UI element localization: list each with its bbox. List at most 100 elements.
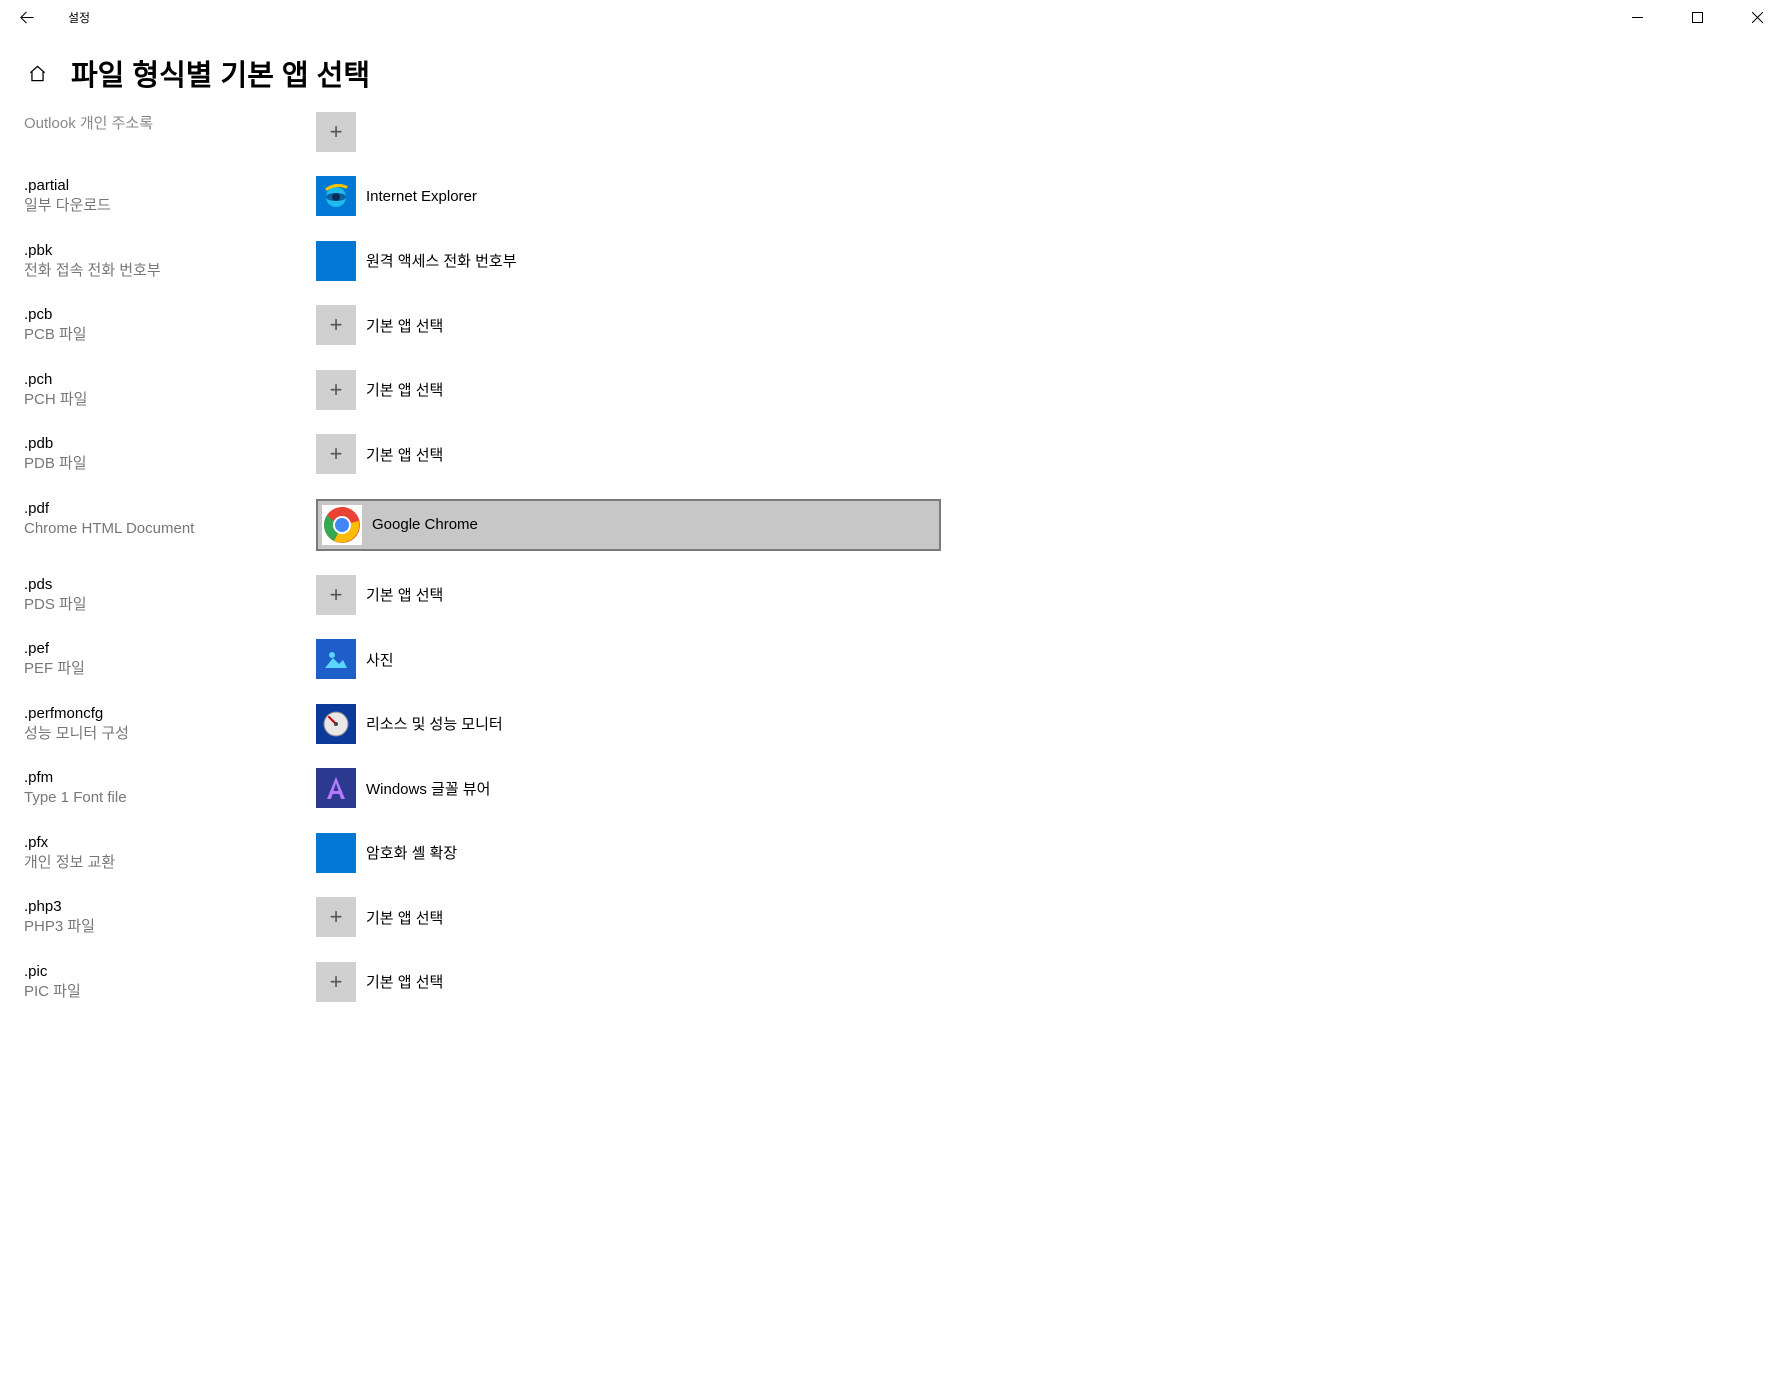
app-button[interactable]: Windows 글꼴 뷰어 bbox=[316, 768, 596, 808]
list-row: .pdsPDS 파일+ 기본 앱 선택 bbox=[24, 575, 1763, 616]
list-row: .pcbPCB 파일+ 기본 앱 선택 bbox=[24, 305, 1763, 346]
app-button[interactable]: +기본 앱 선택 bbox=[316, 434, 596, 474]
app-button[interactable]: + 기본 앱 선택 bbox=[316, 962, 596, 1002]
back-button[interactable] bbox=[6, 0, 46, 34]
list-row: .pefPEF 파일 사진 bbox=[24, 639, 1763, 680]
chrome-icon bbox=[322, 505, 362, 545]
app-button[interactable]: 암호화 셸 확장 bbox=[316, 833, 596, 873]
app-label: 사진 bbox=[366, 649, 394, 670]
app-label: 기본 앱 선택 bbox=[366, 379, 443, 400]
home-button[interactable] bbox=[28, 64, 47, 83]
file-type-list[interactable]: Outlook 개인 주소록 + .partial일부 다운로드 Interne… bbox=[0, 112, 1787, 1371]
ext-name: .php3 bbox=[24, 897, 316, 917]
plus-icon: + bbox=[316, 370, 356, 410]
list-row: .pfx개인 정보 교환 암호화 셸 확장 bbox=[24, 833, 1763, 874]
app-button[interactable]: +기본 앱 선택 bbox=[316, 897, 596, 937]
ext-desc: Outlook 개인 주소록 bbox=[24, 112, 316, 133]
ext-col: .pdbPDB 파일 bbox=[24, 434, 316, 475]
list-row: .pdfChrome HTML Document Google Chrome bbox=[24, 499, 1763, 551]
ext-desc: PCB 파일 bbox=[24, 325, 316, 345]
ext-desc: PDS 파일 bbox=[24, 595, 316, 615]
window-controls bbox=[1607, 0, 1787, 34]
list-row: .pchPCH 파일+ 기본 앱 선택 bbox=[24, 370, 1763, 411]
ext-col: .pfmType 1 Font file bbox=[24, 768, 316, 809]
maximize-button[interactable] bbox=[1667, 0, 1727, 34]
list-row-partial-top: Outlook 개인 주소록 + bbox=[24, 112, 1763, 152]
app-button[interactable]: + bbox=[316, 112, 596, 152]
app-label: 리소스 및 성능 모니터 bbox=[366, 713, 503, 734]
ext-col: .partial일부 다운로드 bbox=[24, 176, 316, 217]
app-label: 기본 앱 선택 bbox=[366, 315, 443, 336]
page-header: 파일 형식별 기본 앱 선택 bbox=[0, 34, 1787, 112]
ext-desc: 개인 정보 교환 bbox=[24, 853, 316, 873]
app-label: 암호화 셸 확장 bbox=[366, 842, 457, 863]
ext-name: .pds bbox=[24, 575, 316, 595]
ext-col: .pfx개인 정보 교환 bbox=[24, 833, 316, 874]
list-row: .pfmType 1 Font file Windows 글꼴 뷰어 bbox=[24, 768, 1763, 809]
app-button[interactable]: Google Chrome bbox=[316, 499, 941, 551]
home-icon bbox=[28, 64, 47, 83]
ext-col: .pbk전화 접속 전화 번호부 bbox=[24, 241, 316, 282]
ext-name: .pdf bbox=[24, 499, 316, 519]
ext-name: .partial bbox=[24, 176, 316, 196]
ext-name: .pef bbox=[24, 639, 316, 659]
app-label: 기본 앱 선택 bbox=[366, 444, 443, 465]
ext-desc: PDB 파일 bbox=[24, 454, 316, 474]
list-row: .picPIC 파일+ 기본 앱 선택 bbox=[24, 962, 1763, 1003]
list-row: .pbk전화 접속 전화 번호부 원격 액세스 전화 번호부 bbox=[24, 241, 1763, 282]
app-label: Google Chrome bbox=[372, 516, 478, 533]
app-button[interactable]: 리소스 및 성능 모니터 bbox=[316, 704, 596, 744]
app-label: 기본 앱 선택 bbox=[366, 584, 443, 605]
app-button[interactable]: 원격 액세스 전화 번호부 bbox=[316, 241, 596, 281]
app-button[interactable]: 사진 bbox=[316, 639, 596, 679]
ext-col: .pdsPDS 파일 bbox=[24, 575, 316, 616]
back-arrow-icon bbox=[18, 9, 35, 26]
ext-col: .pcbPCB 파일 bbox=[24, 305, 316, 346]
app-label: 원격 액세스 전화 번호부 bbox=[366, 250, 517, 271]
ext-desc: 성능 모니터 구성 bbox=[24, 724, 316, 744]
list-row: .partial일부 다운로드 Internet Explorer bbox=[24, 176, 1763, 217]
app-label: 기본 앱 선택 bbox=[366, 971, 443, 992]
ext-desc: PIC 파일 bbox=[24, 982, 316, 1002]
minimize-button[interactable] bbox=[1607, 0, 1667, 34]
app-button[interactable]: + 기본 앱 선택 bbox=[316, 370, 596, 410]
plus-icon: + bbox=[316, 575, 356, 615]
page-title: 파일 형식별 기본 앱 선택 bbox=[71, 52, 370, 94]
ext-name: .pch bbox=[24, 370, 316, 390]
ext-name: .perfmoncfg bbox=[24, 704, 316, 724]
app-button[interactable]: + 기본 앱 선택 bbox=[316, 575, 596, 615]
list-row: .pdbPDB 파일+기본 앱 선택 bbox=[24, 434, 1763, 475]
ext-col: .pdfChrome HTML Document bbox=[24, 499, 316, 540]
ext-desc: PCH 파일 bbox=[24, 390, 316, 410]
ext-desc: Chrome HTML Document bbox=[24, 519, 316, 539]
app-label: Internet Explorer bbox=[366, 188, 477, 205]
ext-desc: PEF 파일 bbox=[24, 659, 316, 679]
ext-desc: 전화 접속 전화 번호부 bbox=[24, 261, 316, 281]
list-row: .perfmoncfg성능 모니터 구성 리소스 및 성능 모니터 bbox=[24, 704, 1763, 745]
plus-icon: + bbox=[316, 897, 356, 937]
ext-name: .pfm bbox=[24, 768, 316, 788]
plus-icon: + bbox=[316, 305, 356, 345]
ext-name: .pbk bbox=[24, 241, 316, 261]
close-button[interactable] bbox=[1727, 0, 1787, 34]
ext-desc: 일부 다운로드 bbox=[24, 196, 316, 216]
list-row: .php3PHP3 파일+기본 앱 선택 bbox=[24, 897, 1763, 938]
close-icon bbox=[1752, 12, 1763, 23]
app-label: Windows 글꼴 뷰어 bbox=[366, 778, 490, 799]
ext-name: .pdb bbox=[24, 434, 316, 454]
ext-name: .pic bbox=[24, 962, 316, 982]
app-button[interactable]: + 기본 앱 선택 bbox=[316, 305, 596, 345]
plus-icon: + bbox=[316, 112, 356, 152]
app-icon bbox=[316, 241, 356, 281]
ext-desc: PHP3 파일 bbox=[24, 917, 316, 937]
plus-icon: + bbox=[316, 962, 356, 1002]
ext-col: .pchPCH 파일 bbox=[24, 370, 316, 411]
ext-name: .pcb bbox=[24, 305, 316, 325]
ext-col: .php3PHP3 파일 bbox=[24, 897, 316, 938]
maximize-icon bbox=[1692, 12, 1703, 23]
ext-name: .pfx bbox=[24, 833, 316, 853]
photos-icon bbox=[316, 639, 356, 679]
app-button[interactable]: Internet Explorer bbox=[316, 176, 596, 216]
ext-col: .perfmoncfg성능 모니터 구성 bbox=[24, 704, 316, 745]
title-bar: 설정 bbox=[0, 0, 1787, 34]
